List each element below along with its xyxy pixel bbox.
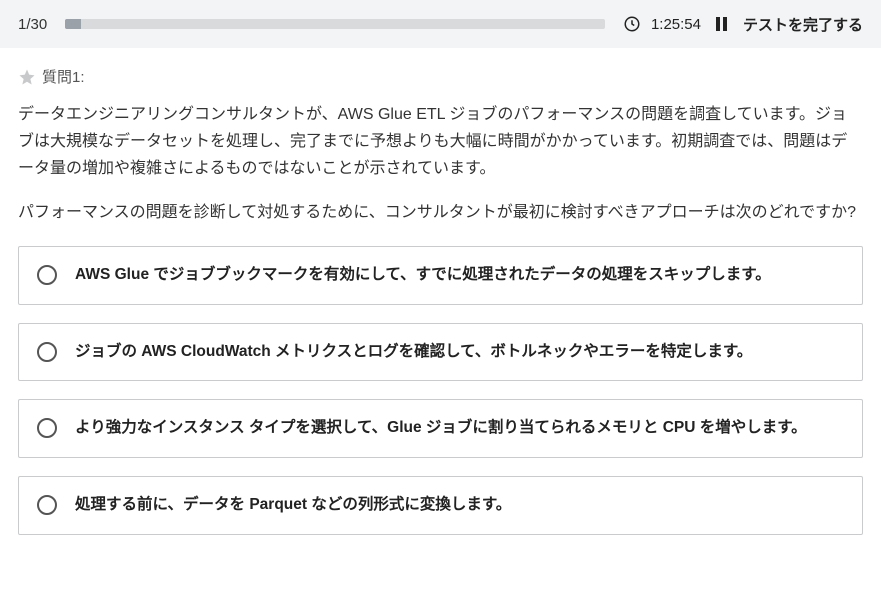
option-1[interactable]: AWS Glue でジョブブックマークを有効にして、すでに処理されたデータの処理… bbox=[18, 246, 863, 305]
content: 質問1: データエンジニアリングコンサルタントが、AWS Glue ETL ジョ… bbox=[0, 48, 881, 555]
star-icon[interactable] bbox=[18, 68, 36, 86]
radio-icon bbox=[37, 342, 57, 362]
radio-icon bbox=[37, 265, 57, 285]
option-4[interactable]: 処理する前に、データを Parquet などの列形式に変換します。 bbox=[18, 476, 863, 535]
question-paragraph-2: パフォーマンスの問題を診断して対処するために、コンサルタントが最初に検討すべきア… bbox=[18, 199, 863, 226]
option-3[interactable]: より強力なインスタンス タイプを選択して、Glue ジョブに割り当てられるメモリ… bbox=[18, 399, 863, 458]
option-text: より強力なインスタンス タイプを選択して、Glue ジョブに割り当てられるメモリ… bbox=[75, 416, 807, 441]
radio-icon bbox=[37, 495, 57, 515]
timer: 1:25:54 bbox=[651, 16, 701, 33]
progress-bar[interactable] bbox=[65, 19, 605, 29]
option-text: AWS Glue でジョブブックマークを有効にして、すでに処理されたデータの処理… bbox=[75, 263, 771, 288]
question-paragraph-1: データエンジニアリングコンサルタントが、AWS Glue ETL ジョブのパフォ… bbox=[18, 101, 863, 183]
progress-counter: 1/30 bbox=[18, 16, 47, 33]
finish-test-button[interactable]: テストを完了する bbox=[743, 14, 863, 35]
question-label: 質問1: bbox=[42, 66, 85, 87]
clock-icon bbox=[623, 15, 641, 33]
question-header: 質問1: bbox=[18, 66, 863, 87]
option-text: 処理する前に、データを Parquet などの列形式に変換します。 bbox=[75, 493, 511, 518]
topbar: 1/30 1:25:54 テストを完了する bbox=[0, 0, 881, 48]
options-list: AWS Glue でジョブブックマークを有効にして、すでに処理されたデータの処理… bbox=[18, 246, 863, 535]
question-body: データエンジニアリングコンサルタントが、AWS Glue ETL ジョブのパフォ… bbox=[18, 101, 863, 226]
progress-fill bbox=[65, 19, 81, 29]
option-text: ジョブの AWS CloudWatch メトリクスとログを確認して、ボトルネック… bbox=[75, 340, 752, 365]
radio-icon bbox=[37, 418, 57, 438]
option-2[interactable]: ジョブの AWS CloudWatch メトリクスとログを確認して、ボトルネック… bbox=[18, 323, 863, 382]
pause-icon[interactable] bbox=[715, 17, 729, 31]
